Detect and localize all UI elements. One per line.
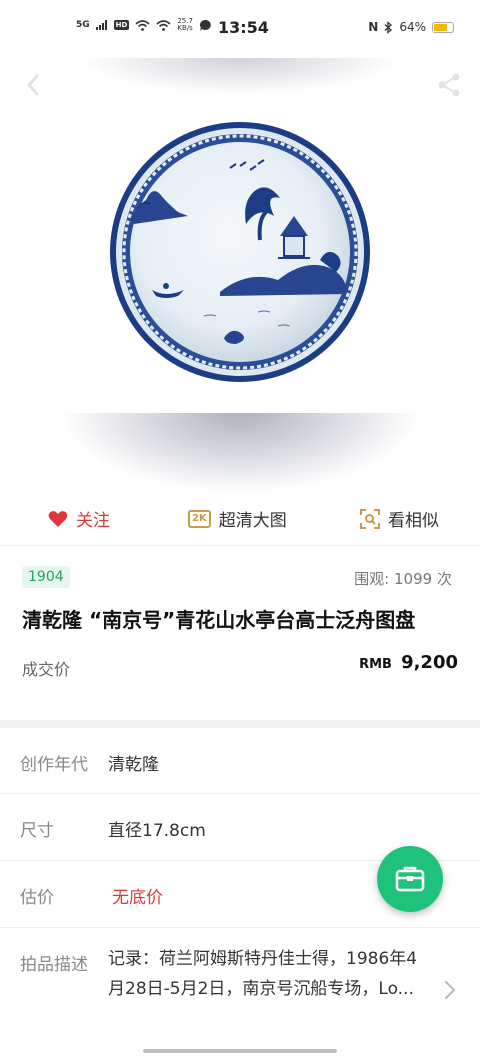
bluetooth-icon [384,20,393,34]
estimate-label: 估价 [20,888,54,908]
clock: 13:54 [218,18,269,37]
wifi-icon [135,19,150,31]
estimate-value: 无底价 [112,888,163,908]
views-unit: 次 [436,570,452,588]
follow-button[interactable]: 关注 [48,506,110,531]
network-label: 5G [76,20,90,30]
era-value: 清乾隆 [108,755,159,775]
porcelain-plate-image [110,122,370,382]
home-indicator[interactable] [143,1049,337,1053]
size-label: 尺寸 [20,821,54,841]
era-label: 创作年代 [20,755,88,775]
speed-unit: KB/s [177,24,193,32]
views-count: 1099 [394,570,433,588]
signal-icon [95,20,107,30]
wifi-icon-2 [156,19,171,31]
deal-price: RMB 9,200 [359,652,458,673]
lot-title: 清乾隆 “南京号”青花山水亭台高士泛舟图盘 [22,608,416,632]
status-bar: 5G HD 25.7 KB/s 13:54 N 64% [0,0,480,58]
detail-row-era: 创作年代 清乾隆 [0,728,480,794]
heart-icon [48,510,68,527]
hero-shadow-bottom [60,413,420,493]
share-button[interactable] [434,70,464,100]
hero-shadow-top [80,58,400,94]
back-button[interactable] [18,70,48,100]
follow-label: 关注 [76,511,110,531]
action-bar: 关注 2K 超清大图 看相似 [0,492,480,546]
2k-icon: 2K [188,509,211,528]
description-value: 记录：荷兰阿姆斯特丹佳士得，1986年4月28日-5月2日，南京号沉船专场，Lo… [108,949,418,999]
briefcase-fab-button[interactable] [377,846,443,912]
hd-image-label: 超清大图 [218,511,287,531]
size-value: 直径17.8cm [108,821,206,841]
chevron-left-icon [27,74,39,96]
lot-number-badge: 1904 [22,566,70,588]
currency-label: RMB [359,657,392,672]
hd-icon: HD [113,20,130,30]
section-divider [0,720,480,728]
battery-fill [434,23,447,31]
price-amount: 9,200 [401,652,458,673]
scan-search-icon [360,508,380,529]
deal-price-label: 成交价 [22,660,71,679]
hero-image-area[interactable] [0,58,480,493]
views-label: 围观: [354,570,390,588]
description-label: 拍品描述 [20,955,88,975]
nfc-icon: N [368,20,379,34]
chevron-right-icon [445,981,456,999]
network-speed: 25.7 KB/s [177,18,193,32]
lot-info: 1904 围观: 1099 次 清乾隆 “南京号”青花山水亭台高士泛舟图盘 成交… [0,548,480,720]
find-similar-label: 看相似 [388,511,439,531]
battery-icon [432,21,454,33]
status-left: 5G HD 25.7 KB/s [76,18,212,32]
share-icon [438,73,460,97]
hd-image-button[interactable]: 2K 超清大图 [188,506,287,531]
message-icon [199,19,211,31]
briefcase-icon [395,866,425,892]
find-similar-button[interactable]: 看相似 [360,506,439,531]
battery-percent: 64% [399,20,426,34]
status-right: N 64% [368,20,454,34]
detail-row-description[interactable]: 拍品描述 记录：荷兰阿姆斯特丹佳士得，1986年4月28日-5月2日，南京号沉船… [0,928,480,1048]
view-count: 围观: 1099 次 [354,568,452,589]
